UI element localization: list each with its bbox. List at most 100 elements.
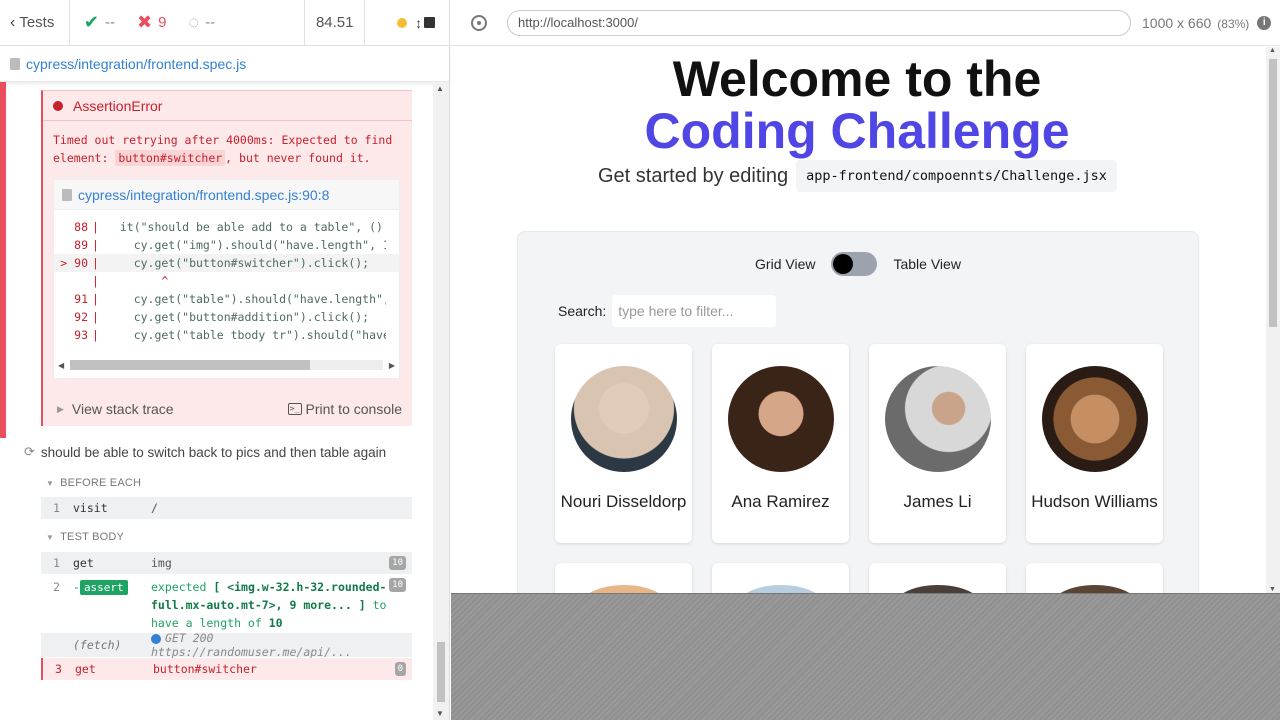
runnables: AssertionError Timed out retrying after …: [0, 82, 432, 700]
reporter-scrollbar[interactable]: ▲ ▼: [433, 82, 449, 720]
person-card[interactable]: [1026, 563, 1163, 593]
avatar: [581, 585, 667, 593]
viewport-background: [451, 593, 1280, 720]
error-icon: [53, 100, 63, 111]
command-fetch[interactable]: (fetch) GET 200 https://randomuser.me/ap…: [41, 631, 412, 659]
view-stack-trace-toggle[interactable]: ▶ View stack trace: [57, 401, 174, 417]
selector-playground-icon[interactable]: [471, 14, 487, 31]
print-to-console-button[interactable]: >_ Print to console: [287, 401, 402, 417]
search-input[interactable]: [612, 295, 777, 327]
code-line: 93 | cy.get("table tbody tr").should("hav…: [74, 328, 386, 342]
tests-button[interactable]: ‹ Tests: [0, 0, 70, 46]
app-scrollbar[interactable]: ▲ ▼: [1266, 47, 1280, 593]
person-card[interactable]: Ana Ramirez: [712, 344, 849, 543]
app-frame: Welcome to the Coding Challenge Get star…: [451, 47, 1280, 593]
people-panel: Grid View Table View Search: Nouri Disse…: [517, 231, 1199, 593]
file-icon: [10, 57, 20, 70]
check-icon: ✔: [83, 12, 99, 32]
avatar: [885, 366, 991, 472]
avatar: [738, 585, 824, 593]
x-icon: ✖: [136, 12, 153, 32]
scroll-left-icon[interactable]: ◀: [58, 361, 64, 370]
count-badge: 10: [389, 578, 406, 592]
scroll-up-icon[interactable]: ▲: [436, 84, 444, 93]
error-panel: AssertionError Timed out retrying after …: [41, 90, 412, 426]
view-switcher-toggle[interactable]: [831, 252, 878, 276]
person-card[interactable]: Hudson Williams: [1026, 344, 1163, 543]
scroll-up-icon[interactable]: ▲: [1269, 47, 1276, 54]
code-line: 92 | cy.get("button#addition").click();: [74, 310, 370, 324]
failed-stat: ✖ 9: [136, 12, 167, 32]
person-card[interactable]: Nouri Disseldorp: [555, 344, 692, 543]
scroll-thumb[interactable]: [437, 642, 445, 702]
hook-before-each[interactable]: ▼ BEFORE EACH: [46, 477, 141, 489]
person-card[interactable]: James Li: [869, 344, 1006, 543]
error-footer: ▶ View stack trace >_ Print to console: [43, 392, 412, 426]
code-line: 91 | cy.get("table").should("have.length"…: [74, 292, 386, 306]
circle-notch-icon: ◌: [188, 12, 200, 32]
stats-group: ✔ -- ✖ 9 ◌ --: [70, 0, 306, 46]
auto-scroll-icon[interactable]: ↕: [415, 15, 422, 31]
caret-down-icon: ▼: [46, 532, 55, 542]
code-line: 88 | it("should be able add to a table", …: [74, 220, 386, 234]
code-line: | ^: [92, 274, 169, 288]
command-get-img[interactable]: 1 get img 10: [41, 552, 412, 574]
info-icon[interactable]: i: [1257, 15, 1272, 30]
search-label: Search:: [558, 303, 607, 319]
chevron-left-icon: ‹: [10, 13, 16, 31]
reporter-panel: ‹ Tests ✔ -- ✖ 9 ◌ -- 84.51 ↕ cypress/in…: [0, 0, 450, 720]
welcome-heading: Welcome to the: [672, 51, 1042, 107]
test-title[interactable]: ⟳ should be able to switch back to pics …: [24, 444, 424, 460]
code-horizontal-scrollbar[interactable]: ◀ ▶: [54, 358, 399, 372]
command-get-switcher[interactable]: 3 get button#switcher 0: [41, 658, 412, 680]
scroll-thumb[interactable]: [70, 360, 310, 370]
get-started-line: Get started by editing app-frontend/comp…: [598, 160, 1117, 192]
caret-down-icon: ▼: [46, 478, 55, 488]
avatar: [1042, 366, 1148, 472]
command-visit[interactable]: 1 visit /: [41, 497, 412, 519]
fetch-dot-icon: [151, 633, 161, 644]
duration: 84.51: [305, 0, 366, 46]
code-lines: 88 | it("should be able add to a table", …: [54, 210, 399, 344]
coding-heading: Coding Challenge: [644, 103, 1070, 159]
url-bar[interactable]: http://localhost:3000/: [507, 9, 1131, 36]
person-card[interactable]: [712, 563, 849, 593]
scroll-down-icon[interactable]: ▼: [1269, 586, 1276, 593]
aut-header: http://localhost:3000/ 1000 x 660 (83%) …: [451, 0, 1280, 46]
scroll-right-icon[interactable]: ▶: [389, 361, 395, 370]
file-icon: [62, 188, 72, 201]
person-card[interactable]: [869, 563, 1006, 593]
file-path-code: app-frontend/compoennts/Challenge.jsx: [796, 160, 1117, 192]
scroll-down-icon[interactable]: ▼: [436, 709, 444, 718]
command-assert[interactable]: 2 - assert expected [ <img.w-32.h-32.roun…: [41, 576, 412, 634]
count-badge: 10: [389, 556, 406, 570]
count-badge: 0: [394, 662, 406, 676]
avatar: [571, 366, 677, 472]
grid-view-label: Grid View: [755, 256, 816, 272]
person-card[interactable]: [555, 563, 692, 593]
pending-stat: ◌ --: [188, 12, 216, 32]
caret-right-icon: ▶: [57, 403, 64, 414]
code-frame-path[interactable]: cypress/integration/frontend.spec.js:90:…: [54, 180, 399, 210]
viewport-size: 1000 x 660 (83%): [1142, 14, 1250, 31]
hook-test-body[interactable]: ▼ TEST BODY: [46, 531, 124, 543]
avatar: [1052, 585, 1138, 593]
passed-stat: ✔ --: [83, 12, 115, 32]
terminal-icon: >_: [287, 403, 302, 415]
avatar: [728, 366, 834, 472]
refresh-icon: ⟳: [24, 444, 35, 459]
table-view-label: Table View: [893, 256, 961, 272]
error-title: AssertionError: [43, 91, 412, 121]
search-row: Search:: [558, 295, 777, 327]
stop-icon[interactable]: [424, 17, 435, 28]
fail-indicator: [0, 82, 6, 438]
code-frame: cypress/integration/frontend.spec.js:90:…: [53, 179, 400, 379]
spec-path-link[interactable]: cypress/integration/frontend.spec.js: [0, 46, 449, 82]
spec-path-text: cypress/integration/frontend.spec.js: [26, 55, 247, 72]
running-dot-icon: [397, 17, 408, 28]
code-line: 89 | cy.get("img").should("have.length", …: [74, 238, 386, 252]
avatar: [895, 585, 981, 593]
scroll-thumb[interactable]: [1269, 59, 1277, 327]
view-toggle-row: Grid View Table View: [518, 252, 1198, 276]
code-line-highlighted: > 90 | cy.get("button#switcher").click();: [54, 254, 399, 272]
